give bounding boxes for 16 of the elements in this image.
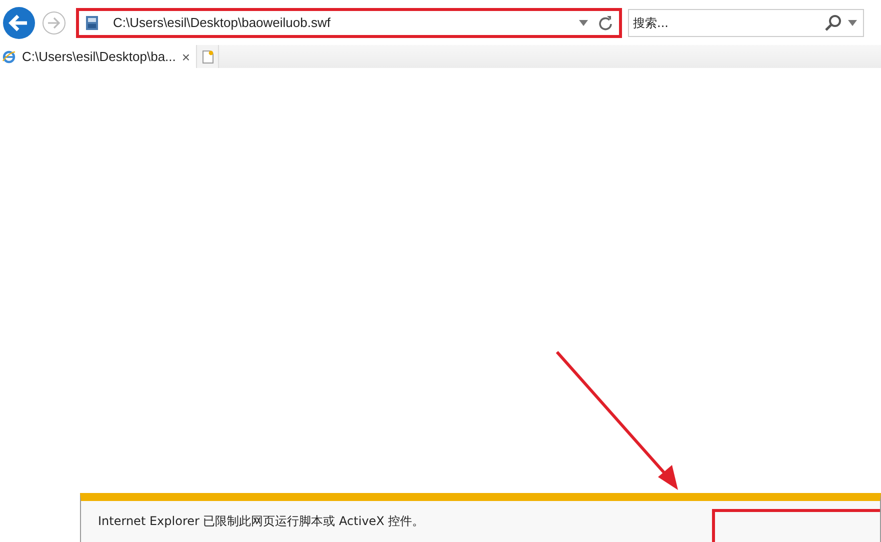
notification-message: Internet Explorer 已限制此网页运行脚本或 ActiveX 控件。 [98,513,424,530]
search-box[interactable]: 搜索... [628,8,864,36]
browser-tab[interactable]: C:\Users\esil\Desktop\ba... × [0,45,198,68]
browser-icon [2,50,16,64]
file-icon [85,14,99,30]
dropdown-icon[interactable] [848,20,857,26]
close-button[interactable]: × [182,48,190,64]
new-tab-button[interactable] [197,45,220,68]
dropdown-icon[interactable] [579,20,588,26]
address-bar[interactable]: C:\Users\esil\Desktop\baoweiluob.swf [76,8,622,38]
new-page-icon[interactable] [202,50,214,64]
address-field[interactable]: C:\Users\esil\Desktop\baoweiluob.swf [109,15,569,30]
back-button[interactable] [2,6,36,40]
tab-title: C:\Users\esil\Desktop\ba... [22,49,176,64]
refresh-icon[interactable] [598,14,613,30]
search-icon[interactable] [824,14,842,32]
